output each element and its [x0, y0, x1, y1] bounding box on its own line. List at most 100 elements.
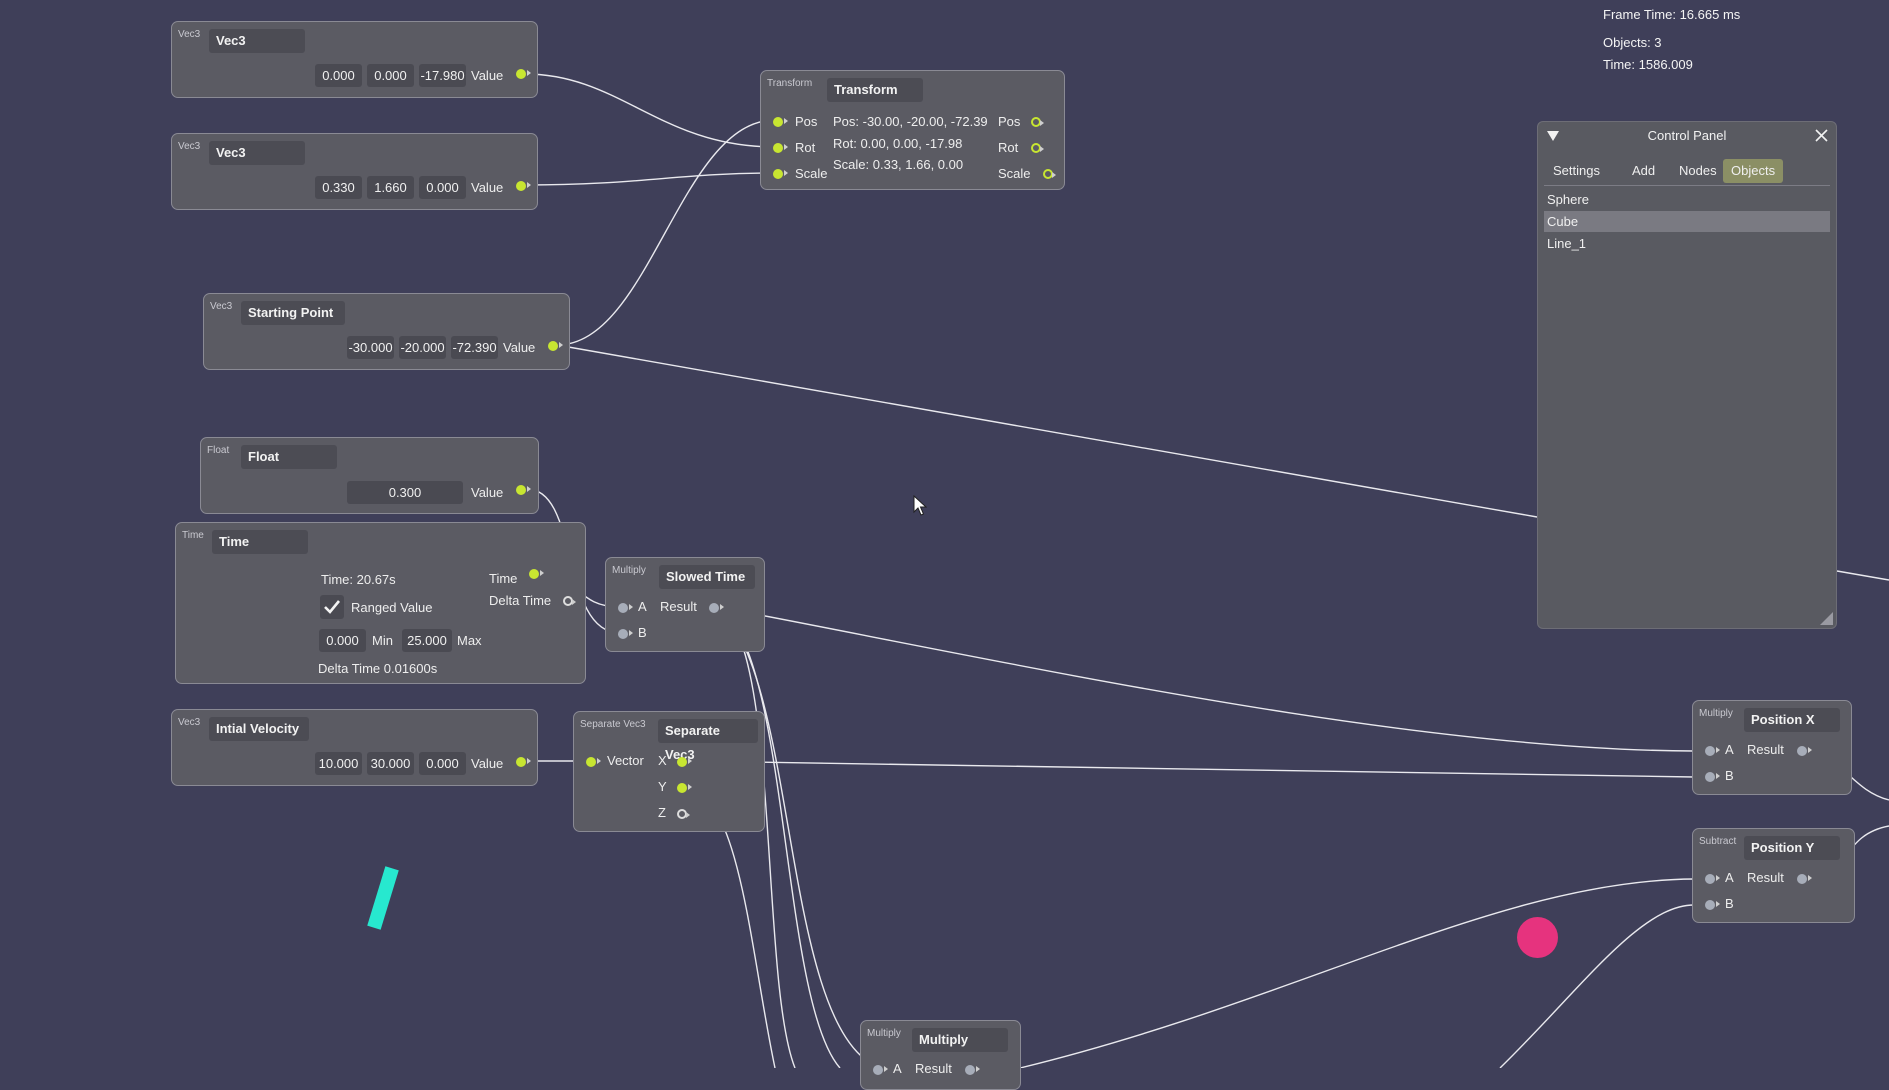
tab-nodes[interactable]: Nodes: [1671, 159, 1725, 183]
output-port[interactable]: [516, 69, 531, 79]
output-port-rot[interactable]: [1031, 143, 1044, 153]
node-title-field[interactable]: Position Y: [1744, 836, 1840, 860]
output-port-scale[interactable]: [1043, 169, 1056, 179]
output-port[interactable]: [1797, 874, 1812, 884]
node-starting-point[interactable]: Vec3 Starting Point -30.000 -20.000 -72.…: [203, 293, 570, 370]
output-port-y[interactable]: [677, 783, 692, 793]
object-list-item-line[interactable]: Line_1: [1544, 233, 1830, 254]
x-value-field[interactable]: 10.000: [315, 752, 362, 775]
node-title-field[interactable]: Starting Point: [241, 301, 345, 325]
output-port[interactable]: [516, 757, 531, 767]
node-title-field[interactable]: Float: [241, 445, 337, 469]
x-value-field[interactable]: -30.000: [347, 336, 394, 359]
input-label-vector: Vector: [607, 753, 644, 768]
y-value-field[interactable]: 0.000: [367, 64, 414, 87]
node-transform[interactable]: Transform Transform Pos Rot Scale Pos: -…: [760, 70, 1065, 190]
ranged-value-label: Ranged Value: [351, 600, 433, 615]
y-value-field[interactable]: 1.660: [367, 176, 414, 199]
cube-object[interactable]: [367, 866, 399, 930]
frame-time-readout: Frame Time: 16.665 ms: [1603, 7, 1741, 22]
output-port[interactable]: [965, 1065, 980, 1075]
node-vec3-rotation[interactable]: Vec3 Vec3 0.000 0.000 -17.980 Value: [171, 21, 538, 98]
node-title-field[interactable]: Time: [212, 530, 308, 554]
delta-time-readout: Delta Time 0.01600s: [318, 661, 438, 676]
panel-title: Control Panel: [1647, 128, 1727, 143]
input-port-a[interactable]: [618, 603, 633, 613]
ranged-value-checkbox[interactable]: [320, 595, 344, 619]
x-value-field[interactable]: 0.000: [315, 64, 362, 87]
node-position-y[interactable]: Subtract Position Y A B Result: [1692, 828, 1855, 923]
close-icon[interactable]: [1815, 129, 1828, 142]
node-multiply[interactable]: Multiply Multiply A Result: [860, 1020, 1021, 1090]
node-type-label: Subtract: [1699, 836, 1737, 847]
x-value-field[interactable]: 0.330: [315, 176, 362, 199]
sphere-object[interactable]: [1517, 917, 1558, 958]
input-port-pos[interactable]: [773, 117, 788, 127]
z-value-field[interactable]: -17.980: [419, 64, 466, 87]
node-separate-vec3[interactable]: Separate Vec3 Separate Vec3 Vector X Y Z: [573, 711, 765, 832]
node-initial-velocity[interactable]: Vec3 Intial Velocity 10.000 30.000 0.000…: [171, 709, 538, 786]
output-port[interactable]: [709, 603, 724, 613]
z-value-field[interactable]: 0.000: [419, 752, 466, 775]
node-title-field[interactable]: Transform: [827, 78, 923, 102]
z-value-field[interactable]: -72.390: [451, 336, 498, 359]
max-value-field[interactable]: 25.000: [402, 629, 452, 652]
z-value-field[interactable]: 0.000: [419, 176, 466, 199]
output-label: Result: [1747, 742, 1784, 757]
node-vec3-scale[interactable]: Vec3 Vec3 0.330 1.660 0.000 Value: [171, 133, 538, 210]
wire-start-to-pos: [556, 119, 776, 346]
input-port-a[interactable]: [873, 1065, 888, 1075]
node-slowed-time[interactable]: Multiply Slowed Time A B Result: [605, 557, 765, 652]
input-port-b[interactable]: [1705, 900, 1720, 910]
output-port[interactable]: [1797, 746, 1812, 756]
node-time[interactable]: Time Time Time: 20.67s Time Delta Time R…: [175, 522, 586, 684]
output-label: Result: [1747, 870, 1784, 885]
node-title-field[interactable]: Vec3: [209, 141, 305, 165]
node-position-x[interactable]: Multiply Position X A B Result: [1692, 700, 1852, 795]
output-label: Result: [915, 1061, 952, 1076]
node-title-field[interactable]: Intial Velocity: [209, 717, 309, 741]
input-port-b[interactable]: [618, 629, 633, 639]
tab-objects[interactable]: Objects: [1723, 159, 1784, 183]
input-port-b[interactable]: [1705, 772, 1720, 782]
output-port-time[interactable]: [529, 569, 544, 579]
object-list-item-cube[interactable]: Cube: [1544, 211, 1830, 232]
node-title-field[interactable]: Multiply: [912, 1028, 1008, 1052]
output-port-x[interactable]: [677, 757, 692, 767]
y-value-field[interactable]: 30.000: [367, 752, 414, 775]
output-port[interactable]: [516, 485, 531, 495]
output-label: Value: [471, 68, 504, 83]
objects-count-readout: Objects: 3: [1603, 35, 1662, 50]
output-port-pos[interactable]: [1031, 117, 1044, 127]
node-title-field[interactable]: Position X: [1744, 708, 1840, 732]
output-port[interactable]: [516, 181, 531, 191]
node-title-field[interactable]: Separate Vec3: [658, 719, 758, 762]
control-panel[interactable]: Control Panel Settings Add Nodes Objects…: [1537, 121, 1837, 629]
tab-add[interactable]: Add: [1624, 159, 1663, 183]
input-port-rot[interactable]: [773, 143, 788, 153]
output-port-delta[interactable]: [563, 596, 576, 606]
input-label-a: A: [1725, 870, 1734, 885]
y-value-field[interactable]: -20.000: [399, 336, 446, 359]
input-port-vector[interactable]: [586, 757, 601, 767]
tab-divider: [1544, 185, 1830, 186]
input-port-scale[interactable]: [773, 169, 788, 179]
wire-slowed-down-1: [717, 606, 796, 1068]
output-port-z[interactable]: [677, 809, 690, 819]
float-value-field[interactable]: 0.300: [347, 481, 463, 504]
input-port-a[interactable]: [1705, 746, 1720, 756]
output-label-pos: Pos: [998, 114, 1021, 129]
output-label: Value: [471, 180, 504, 195]
tab-settings[interactable]: Settings: [1545, 159, 1608, 183]
input-port-a[interactable]: [1705, 874, 1720, 884]
input-label-b: B: [638, 625, 647, 640]
min-value-field[interactable]: 0.000: [319, 629, 366, 652]
node-title-field[interactable]: Vec3: [209, 29, 305, 53]
output-port[interactable]: [548, 341, 563, 351]
output-label-delta: Delta Time: [489, 593, 552, 608]
node-title-field[interactable]: Slowed Time: [659, 565, 755, 589]
resize-grip-icon[interactable]: [1818, 610, 1834, 626]
node-float[interactable]: Float Float 0.300 Value: [200, 437, 539, 514]
output-label-time: Time: [489, 571, 518, 586]
object-list-item-sphere[interactable]: Sphere: [1544, 189, 1830, 210]
